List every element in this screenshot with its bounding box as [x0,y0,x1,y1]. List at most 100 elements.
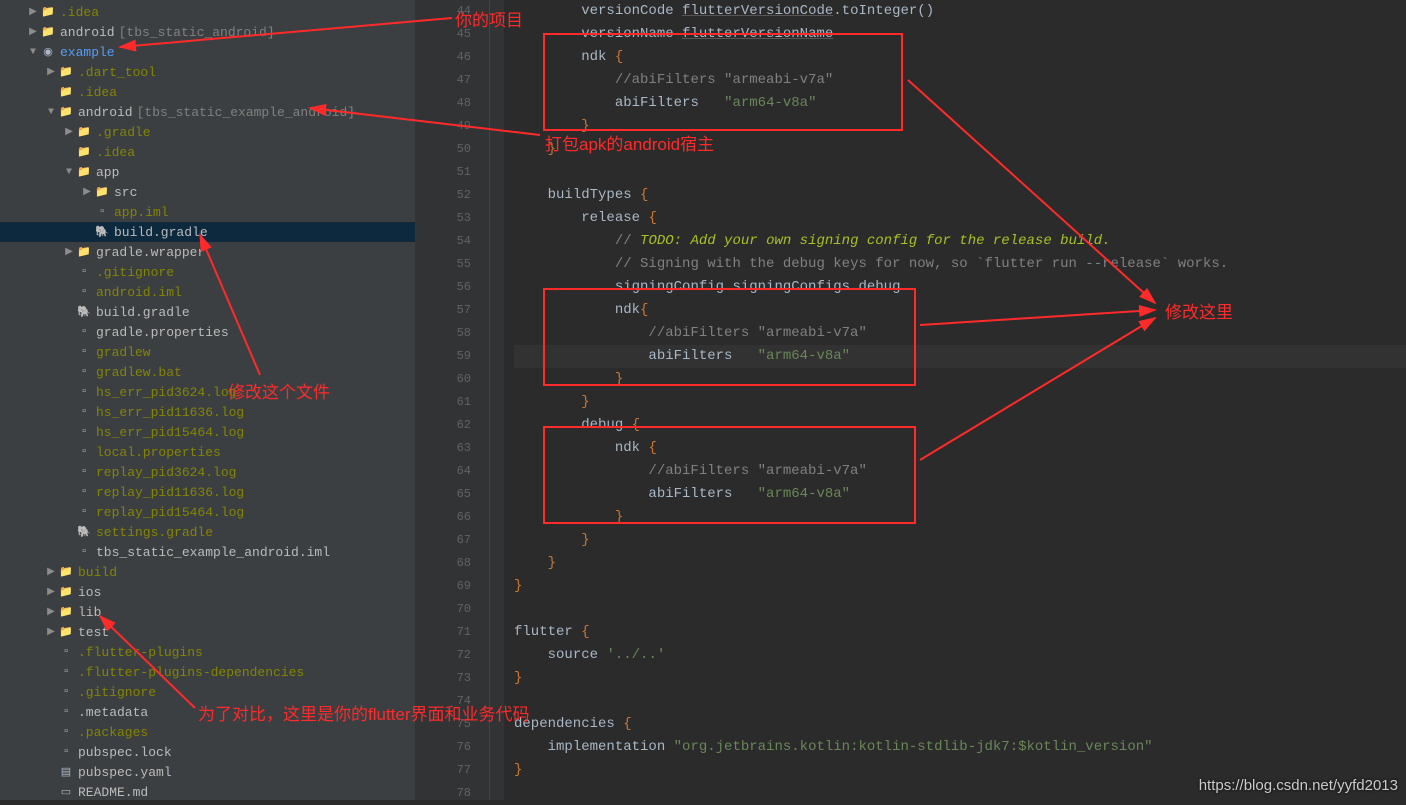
tree-item--flutter-plugins-dependencies[interactable]: ▫.flutter-plugins-dependencies [0,662,415,682]
tree-item-local-properties[interactable]: ▫local.properties [0,442,415,462]
tree-item-gradlew[interactable]: ▫gradlew [0,342,415,362]
tree-item-readme-md[interactable]: ▭README.md [0,782,415,800]
tree-item-src[interactable]: ▶📁src [0,182,415,202]
tree-arrow-icon[interactable]: ▶ [44,586,58,598]
code-line-53[interactable]: release { [514,207,1406,230]
tree-item-gradlew-bat[interactable]: ▫gradlew.bat [0,362,415,382]
code-line-69[interactable]: } [514,575,1406,598]
tree-item--idea[interactable]: 📁.idea [0,142,415,162]
tree-item--metadata[interactable]: ▫.metadata [0,702,415,722]
tree-item-android[interactable]: ▶📁android[tbs_static_android] [0,22,415,42]
code-line-54[interactable]: // TODO: Add your own signing config for… [514,230,1406,253]
code-line-74[interactable] [514,690,1406,713]
line-number: 60 [415,368,471,391]
tree-item-app-iml[interactable]: ▫app.iml [0,202,415,222]
code-line-51[interactable] [514,161,1406,184]
tree-item-gradle-properties[interactable]: ▫gradle.properties [0,322,415,342]
code-line-44[interactable]: versionCode flutterVersionCode.toInteger… [514,0,1406,23]
tree-item--idea[interactable]: 📁.idea [0,82,415,102]
tree-item-pubspec-yaml[interactable]: ▤pubspec.yaml [0,762,415,782]
tree-item-hs-err-pid15464-log[interactable]: ▫hs_err_pid15464.log [0,422,415,442]
tree-item-ios[interactable]: ▶📁ios [0,582,415,602]
tree-item-replay-pid15464-log[interactable]: ▫replay_pid15464.log [0,502,415,522]
tree-item-app[interactable]: ▼📁app [0,162,415,182]
code-line-66[interactable]: } [514,506,1406,529]
tree-item--flutter-plugins[interactable]: ▫.flutter-plugins [0,642,415,662]
code-line-45[interactable]: versionName flutterVersionName [514,23,1406,46]
tree-arrow-icon[interactable]: ▶ [44,626,58,638]
tree-item--gradle[interactable]: ▶📁.gradle [0,122,415,142]
code-line-72[interactable]: source '../..' [514,644,1406,667]
code-area[interactable]: versionCode flutterVersionCode.toInteger… [504,0,1406,800]
tree-arrow-icon[interactable]: ▶ [26,6,40,18]
file-icon: ▫ [76,344,92,360]
code-line-55[interactable]: // Signing with the debug keys for now, … [514,253,1406,276]
tree-item-gradle-wrapper[interactable]: ▶📁gradle.wrapper [0,242,415,262]
tree-item-replay-pid11636-log[interactable]: ▫replay_pid11636.log [0,482,415,502]
tree-label: build.gradle [114,225,208,240]
code-line-73[interactable]: } [514,667,1406,690]
code-line-75[interactable]: dependencies { [514,713,1406,736]
code-line-77[interactable]: } [514,759,1406,782]
code-line-49[interactable]: } [514,115,1406,138]
tree-item-pubspec-lock[interactable]: ▫pubspec.lock [0,742,415,762]
code-line-46[interactable]: ndk { [514,46,1406,69]
code-line-64[interactable]: //abiFilters "armeabi-v7a" [514,460,1406,483]
code-line-78[interactable] [514,782,1406,805]
tree-item-android-iml[interactable]: ▫android.iml [0,282,415,302]
tree-item-hs-err-pid3624-log[interactable]: ▫hs_err_pid3624.log [0,382,415,402]
tree-item-settings-gradle[interactable]: 🐘settings.gradle [0,522,415,542]
tree-arrow-icon[interactable]: ▶ [62,246,76,258]
code-line-70[interactable] [514,598,1406,621]
line-number: 75 [415,713,471,736]
code-line-50[interactable]: } [514,138,1406,161]
code-line-76[interactable]: implementation "org.jetbrains.kotlin:kot… [514,736,1406,759]
tree-arrow-icon[interactable]: ▼ [44,107,58,118]
code-line-71[interactable]: flutter { [514,621,1406,644]
code-line-48[interactable]: abiFilters "arm64-v8a" [514,92,1406,115]
tree-item-build[interactable]: ▶📁build [0,562,415,582]
code-line-52[interactable]: buildTypes { [514,184,1406,207]
tree-arrow-icon[interactable]: ▶ [44,66,58,78]
tree-arrow-icon[interactable]: ▼ [62,167,76,178]
tree-item--packages[interactable]: ▫.packages [0,722,415,742]
tree-item-build-gradle[interactable]: 🐘build.gradle [0,302,415,322]
tree-item--dart-tool[interactable]: ▶📁.dart_tool [0,62,415,82]
tree-arrow-icon[interactable]: ▼ [26,47,40,58]
tree-item--idea[interactable]: ▶📁.idea [0,2,415,22]
tree-arrow-icon[interactable]: ▶ [44,566,58,578]
tree-item-example[interactable]: ▼◉example [0,42,415,62]
tree-item-android[interactable]: ▼📁android[tbs_static_example_android] [0,102,415,122]
tree-item-build-gradle[interactable]: 🐘build.gradle [0,222,415,242]
file-icon: ▫ [76,384,92,400]
tree-item--gitignore[interactable]: ▫.gitignore [0,262,415,282]
code-line-63[interactable]: ndk { [514,437,1406,460]
tree-arrow-icon[interactable]: ▶ [44,606,58,618]
tree-item-hs-err-pid11636-log[interactable]: ▫hs_err_pid11636.log [0,402,415,422]
code-line-67[interactable]: } [514,529,1406,552]
tree-arrow-icon[interactable]: ▶ [26,26,40,38]
tree-item-tbs-static-example-android-iml[interactable]: ▫tbs_static_example_android.iml [0,542,415,562]
line-number: 61 [415,391,471,414]
code-line-68[interactable]: } [514,552,1406,575]
tree-arrow-icon[interactable]: ▶ [62,126,76,138]
tree-arrow-icon[interactable]: ▶ [80,186,94,198]
tree-item--gitignore[interactable]: ▫.gitignore [0,682,415,702]
tree-item-lib[interactable]: ▶📁lib [0,602,415,622]
project-tree[interactable]: ▶📁.idea▶📁android[tbs_static_android]▼◉ex… [0,0,415,800]
code-line-61[interactable]: } [514,391,1406,414]
code-line-60[interactable]: } [514,368,1406,391]
code-line-47[interactable]: //abiFilters "armeabi-v7a" [514,69,1406,92]
tree-item-replay-pid3624-log[interactable]: ▫replay_pid3624.log [0,462,415,482]
tree-item-test[interactable]: ▶📁test [0,622,415,642]
code-line-58[interactable]: //abiFilters "armeabi-v7a" [514,322,1406,345]
code-line-59[interactable]: abiFilters "arm64-v8a" [514,345,1406,368]
code-line-65[interactable]: abiFilters "arm64-v8a" [514,483,1406,506]
tree-label: tbs_static_example_android.iml [96,545,330,560]
yaml-icon: ▤ [58,764,74,780]
code-line-62[interactable]: debug { [514,414,1406,437]
code-line-57[interactable]: ndk{ [514,299,1406,322]
code-line-56[interactable]: signingConfig signingConfigs.debug [514,276,1406,299]
file-icon: ▫ [58,704,74,720]
code-editor[interactable]: 4445464748495051525354555657585960616263… [415,0,1406,800]
